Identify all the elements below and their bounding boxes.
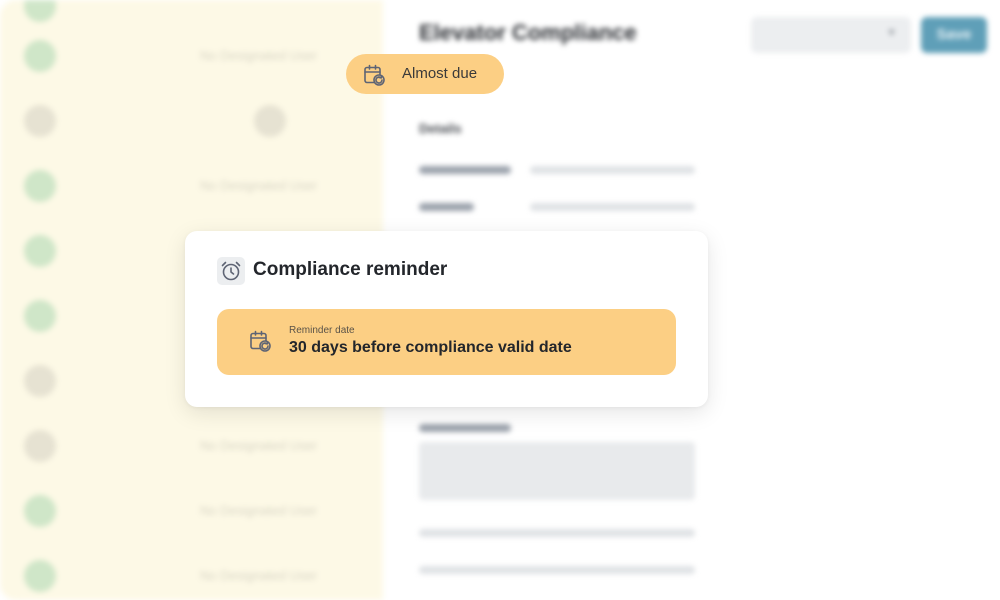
avatar	[24, 430, 56, 462]
assignee-label: No Designated User	[200, 48, 318, 63]
list-item[interactable]	[0, 101, 383, 141]
field-value-placeholder	[530, 203, 695, 211]
calendar-refresh-icon	[248, 329, 272, 353]
save-button[interactable]: Save	[921, 17, 987, 53]
chevron-down-icon: ▼	[886, 27, 897, 39]
compliance-reminder-card: Compliance reminder Reminder date 30 day…	[185, 231, 708, 407]
list-item[interactable]: No Designated User	[0, 426, 383, 466]
status-dot	[24, 40, 56, 72]
status-dot	[24, 235, 56, 267]
field-value-placeholder	[419, 566, 695, 574]
avatar	[254, 105, 286, 137]
calendar-refresh-icon	[362, 63, 386, 87]
status-dot	[24, 495, 56, 527]
reminder-date-label: Reminder date	[289, 325, 355, 336]
avatar	[24, 105, 56, 137]
status-dot	[24, 170, 56, 202]
list-item	[0, 0, 383, 26]
field-label-placeholder	[419, 203, 474, 211]
assignee-label: No Designated User	[200, 178, 318, 193]
reminder-date-field[interactable]: Reminder date 30 days before compliance …	[217, 309, 676, 375]
list-item[interactable]: No Designated User	[0, 166, 383, 206]
status-badge: Almost due	[346, 54, 504, 94]
status-dot	[24, 0, 56, 22]
field-value-placeholder	[419, 529, 695, 537]
assignee-label: No Designated User	[200, 438, 318, 453]
field-label-placeholder	[419, 424, 511, 432]
field-label-placeholder	[419, 166, 511, 174]
assignee-label: No Designated User	[200, 503, 318, 518]
page-title: Elevator Compliance	[419, 20, 637, 45]
details-heading: Details	[419, 121, 462, 136]
status-dot	[24, 560, 56, 592]
alarm-clock-icon	[217, 257, 245, 285]
card-title: Compliance reminder	[253, 259, 448, 280]
notes-field[interactable]	[419, 442, 695, 500]
status-select[interactable]: ▼	[751, 17, 911, 53]
list-item[interactable]: No Designated User	[0, 36, 383, 76]
avatar	[24, 365, 56, 397]
assignee-label: No Designated User	[200, 568, 318, 583]
list-item[interactable]: No Designated User	[0, 556, 383, 596]
status-dot	[24, 300, 56, 332]
field-value-placeholder	[530, 166, 695, 174]
status-badge-label: Almost due	[402, 65, 478, 82]
list-item[interactable]: No Designated User	[0, 491, 383, 531]
reminder-date-value: 30 days before compliance valid date	[289, 339, 572, 356]
